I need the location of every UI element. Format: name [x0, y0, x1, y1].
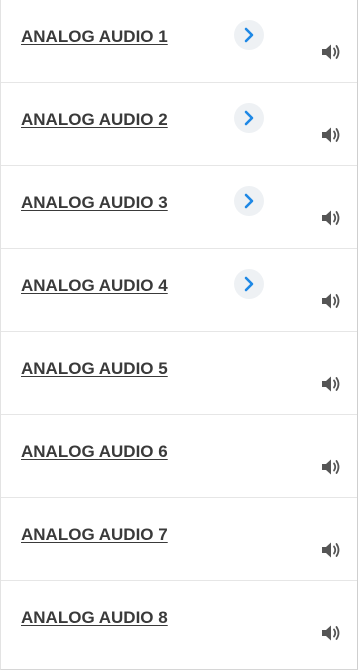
- speaker-icon[interactable]: [320, 208, 342, 228]
- channel-link-4[interactable]: ANALOG AUDIO 4: [21, 276, 168, 296]
- speaker-icon[interactable]: [320, 374, 342, 394]
- channel-row-3: ANALOG AUDIO 3: [1, 166, 357, 249]
- channel-link-2[interactable]: ANALOG AUDIO 2: [21, 110, 168, 130]
- chevron-right-icon[interactable]: [234, 269, 264, 299]
- channel-row-4: ANALOG AUDIO 4: [1, 249, 357, 332]
- chevron-right-icon[interactable]: [234, 20, 264, 50]
- speaker-icon[interactable]: [320, 623, 342, 643]
- channel-row-5: ANALOG AUDIO 5: [1, 332, 357, 415]
- speaker-icon[interactable]: [320, 457, 342, 477]
- channel-row-8: ANALOG AUDIO 8: [1, 581, 357, 669]
- audio-channel-list: ANALOG AUDIO 1 ANALOG AUDIO 2 ANALOG AUD…: [0, 0, 358, 670]
- channel-link-3[interactable]: ANALOG AUDIO 3: [21, 193, 168, 213]
- speaker-icon[interactable]: [320, 42, 342, 62]
- channel-row-6: ANALOG AUDIO 6: [1, 415, 357, 498]
- channel-row-7: ANALOG AUDIO 7: [1, 498, 357, 581]
- channel-link-5[interactable]: ANALOG AUDIO 5: [21, 359, 168, 379]
- channel-link-8[interactable]: ANALOG AUDIO 8: [21, 608, 168, 628]
- speaker-icon[interactable]: [320, 540, 342, 560]
- channel-link-6[interactable]: ANALOG AUDIO 6: [21, 442, 168, 462]
- channel-link-1[interactable]: ANALOG AUDIO 1: [21, 27, 168, 47]
- channel-link-7[interactable]: ANALOG AUDIO 7: [21, 525, 168, 545]
- speaker-icon[interactable]: [320, 291, 342, 311]
- chevron-right-icon[interactable]: [234, 103, 264, 133]
- channel-row-1: ANALOG AUDIO 1: [1, 0, 357, 83]
- speaker-icon[interactable]: [320, 125, 342, 145]
- chevron-right-icon[interactable]: [234, 186, 264, 216]
- channel-row-2: ANALOG AUDIO 2: [1, 83, 357, 166]
